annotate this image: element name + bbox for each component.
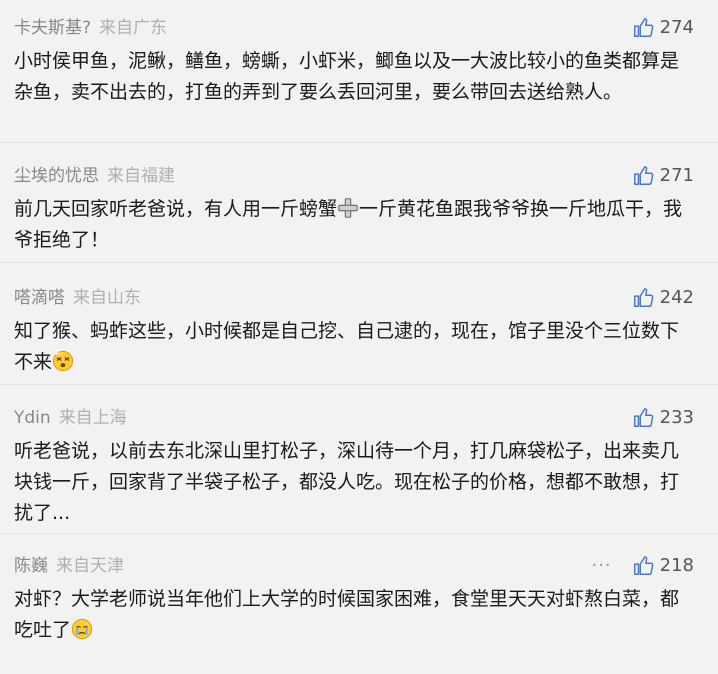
like-count: 218 (659, 555, 694, 576)
comment-user: 卡夫斯基? 来自广东 (14, 18, 167, 38)
comment-actions: 271 (632, 162, 694, 190)
crying-face-emoji-icon (71, 618, 93, 640)
comment-header: 嗒滴嗒 来自山东 242 (14, 284, 704, 312)
comment-actions: ··· 218 (591, 552, 694, 580)
username[interactable]: Ydin (14, 408, 51, 428)
comment-item: 卡夫斯基? 来自广东 274 小时侯甲鱼，泥鳅，鳝鱼，螃蟖，小虾米，鲫鱼以及一大波… (0, 14, 718, 108)
like-count: 233 (659, 407, 694, 428)
thumbs-up-icon[interactable] (632, 17, 654, 39)
username[interactable]: 卡夫斯基? (14, 18, 91, 38)
comment-header: 陈巍 来自天津 ··· 218 (14, 552, 704, 580)
username[interactable]: 尘埃的忧思 (14, 166, 99, 186)
plus-emoji-icon (338, 198, 358, 218)
thumbs-up-icon[interactable] (632, 165, 654, 187)
divider (0, 262, 718, 263)
comment-item: 嗒滴嗒 来自山东 242 知了猴、蚂蚱这些，小时候都是自己挖、自己逮的，现在，馆子… (0, 284, 718, 378)
thumbs-up-icon[interactable] (632, 407, 654, 429)
user-location: 来自上海 (58, 408, 127, 428)
like-count: 274 (659, 17, 694, 38)
user-location: 来自福建 (107, 166, 175, 186)
comment-actions: 274 (632, 14, 694, 42)
dizzy-face-emoji-icon (52, 350, 74, 372)
divider (0, 533, 718, 534)
username[interactable]: 嗒滴嗒 (14, 288, 65, 308)
user-location: 来自天津 (56, 556, 124, 576)
comment-text: 知了猴、蚂蚱这些，小时候都是自己挖、自己逮的，现在，馆子里没个三位数下不来 (14, 320, 680, 373)
comment-text: 听老爸说，以前去东北深山里打松子，深山待一个月，打几麻袋松子，出来卖几块钱一斤，… (14, 440, 680, 524)
divider (0, 142, 718, 143)
comment-user: Ydin 来自上海 (14, 408, 127, 428)
comment-text: 小时侯甲鱼，泥鳅，鳝鱼，螃蟖，小虾米，鲫鱼以及一大波比较小的鱼类都算是杂鱼，卖不… (14, 50, 680, 103)
comment-item: Ydin 来自上海 233 听老爸说，以前去东北深山里打松子，深山待一个月，打几麻… (0, 404, 718, 529)
thumbs-up-icon[interactable] (632, 287, 654, 309)
comment-header: 尘埃的忧思 来自福建 271 (14, 162, 704, 190)
comment-user: 陈巍 来自天津 (14, 556, 124, 576)
divider (0, 384, 718, 385)
comment-item: 陈巍 来自天津 ··· 218 对虾？大学老师说当年他们上大学的时候国家困难，食堂… (0, 552, 718, 646)
username[interactable]: 陈巍 (14, 556, 48, 576)
user-location: 来自广东 (99, 18, 168, 38)
like-count: 271 (659, 165, 694, 186)
comment-user: 嗒滴嗒 来自山东 (14, 288, 141, 308)
comment-text: 前几天回家听老爸说，有人用一斤螃蟹 一斤黄花鱼跟我爷爷换一斤地瓜干，我爷拒绝了！ (14, 198, 683, 251)
comment-list: 卡夫斯基? 来自广东 274 小时侯甲鱼，泥鳅，鳝鱼，螃蟖，小虾米，鲫鱼以及一大波… (0, 0, 718, 674)
comment-actions: 242 (632, 284, 694, 312)
comment-actions: 233 (632, 404, 694, 432)
comment-text: 对虾？大学老师说当年他们上大学的时候国家困难，食堂里天天对虾熬白菜，都吃吐了 (14, 588, 680, 641)
comment-user: 尘埃的忧思 来自福建 (14, 166, 175, 186)
comment-header: 卡夫斯基? 来自广东 274 (14, 14, 704, 42)
thumbs-up-icon[interactable] (632, 555, 654, 577)
user-location: 来自山东 (73, 288, 141, 308)
comment-item: 尘埃的忧思 来自福建 271 前几天回家听老爸说，有人用一斤螃蟹 一斤黄花鱼跟我爷爷… (0, 162, 718, 256)
comment-header: Ydin 来自上海 233 (14, 404, 704, 432)
more-options-icon[interactable]: ··· (591, 552, 611, 580)
like-count: 242 (659, 287, 694, 308)
